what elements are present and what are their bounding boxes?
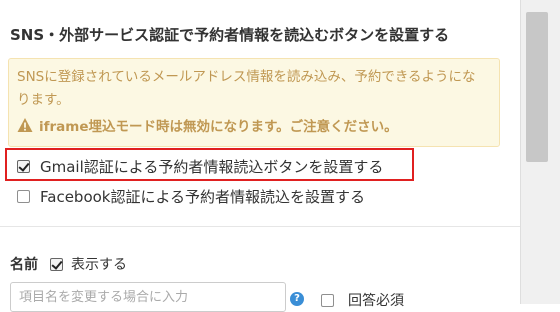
required-label: 回答必須 xyxy=(348,293,404,309)
facebook-option-label: Facebook認証による予約者情報読込を設置する xyxy=(40,188,366,206)
gmail-option-label: Gmail認証による予約者情報読込ボタンを設置する xyxy=(40,158,384,176)
warning-triangle-icon xyxy=(17,117,33,133)
section-title: SNS・外部サービス認証で予約者情報を読込むボタンを設置する xyxy=(10,26,450,44)
notice-text: SNSに登録されているメールアドレス情報を読み込み、予約できるようになります。 xyxy=(17,69,476,108)
facebook-option[interactable]: Facebook認証による予約者情報読込を設置する xyxy=(17,186,365,207)
display-label: 表示する xyxy=(71,257,127,273)
display-checkbox[interactable] xyxy=(50,257,63,271)
name-field-header: 名前 表示する xyxy=(10,254,127,274)
settings-panel: SNS・外部サービス認証で予約者情報を読込むボタンを設置する SNSに登録されて… xyxy=(0,0,520,312)
notice-warning: iframe埋込モード時は無効になります。ご注意ください。 xyxy=(17,115,398,135)
required-checkbox[interactable] xyxy=(321,293,334,307)
name-label-input[interactable] xyxy=(10,282,286,312)
required-option[interactable]: 回答必須 xyxy=(321,290,404,310)
scrollbar-thumb[interactable] xyxy=(526,12,548,162)
notice-warning-text: iframe埋込モード時は無効になります。ご注意ください。 xyxy=(39,119,398,135)
gmail-option[interactable]: Gmail認証による予約者情報読込ボタンを設置する xyxy=(17,156,383,177)
section-divider xyxy=(0,226,520,227)
facebook-checkbox[interactable] xyxy=(17,190,30,203)
name-field-label: 名前 xyxy=(10,257,38,273)
gmail-checkbox[interactable] xyxy=(17,160,30,173)
